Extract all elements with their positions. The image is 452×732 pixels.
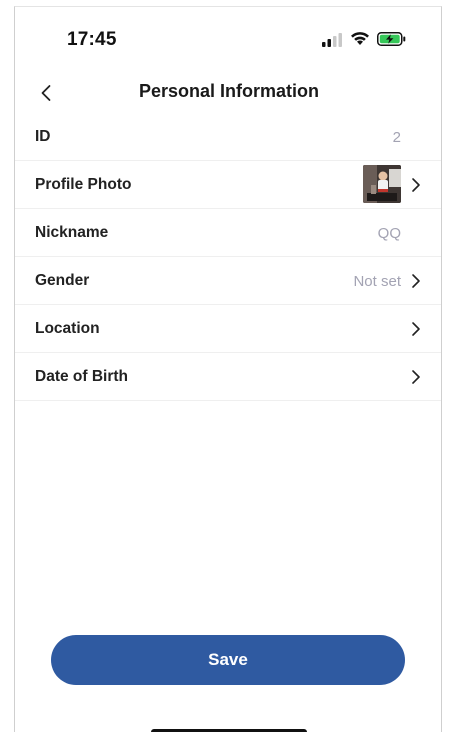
- chevron-right-icon: [412, 370, 420, 384]
- row-location[interactable]: Location: [15, 305, 441, 353]
- row-value-gender: Not set: [353, 273, 401, 290]
- profile-photo-thumbnail[interactable]: [363, 165, 401, 203]
- chevron-right-icon: [412, 274, 420, 288]
- row-id: ID 2: [15, 113, 441, 161]
- profile-photo-image: [363, 165, 401, 203]
- row-label-location: Location: [35, 320, 100, 337]
- page-title: Personal Information: [138, 81, 320, 101]
- row-value-nickname: QQ: [377, 225, 401, 242]
- row-profile-photo[interactable]: Profile Photo: [15, 161, 441, 209]
- row-label-nickname: Nickname: [35, 224, 109, 241]
- row-value-id: 2: [392, 129, 401, 146]
- chevron-right-icon: [412, 178, 420, 192]
- row-label-id: ID: [35, 128, 51, 145]
- phone-screen: 17:45 Personal Information ID 2 Profile …: [14, 6, 442, 732]
- battery-charging-icon: [377, 32, 406, 46]
- save-button[interactable]: Save: [51, 635, 405, 685]
- row-label-date-of-birth: Date of Birth: [35, 368, 128, 385]
- info-list: ID 2 Profile Photo Nickname QQ Gender No…: [15, 113, 441, 401]
- row-gender[interactable]: Gender Not set: [15, 257, 441, 305]
- status-bar: 17:45: [15, 7, 441, 67]
- row-label-gender: Gender: [35, 272, 90, 289]
- row-date-of-birth[interactable]: Date of Birth: [15, 353, 441, 401]
- chevron-right-icon: [412, 322, 420, 336]
- row-label-profile-photo: Profile Photo: [35, 176, 132, 193]
- wifi-icon: [351, 32, 369, 45]
- status-time: 17:45: [67, 29, 117, 50]
- signal-icon: [322, 33, 342, 47]
- row-nickname[interactable]: Nickname QQ: [15, 209, 441, 257]
- nav-bar: Personal Information: [15, 71, 441, 115]
